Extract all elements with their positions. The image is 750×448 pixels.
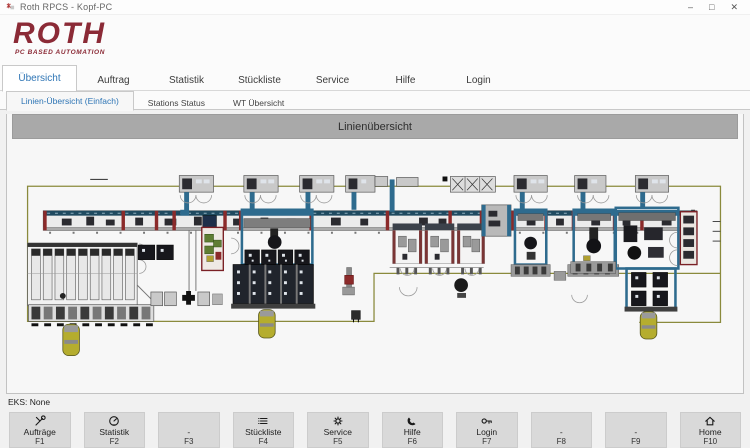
top-station [179,176,213,193]
line-module [457,223,484,274]
brand-header: ROTH PC BASED AUTOMATION [0,15,750,65]
brand-tagline: PC BASED AUTOMATION [15,49,750,56]
main-tab-bar: Übersicht Auftrag Statistik Stückliste S… [0,65,750,91]
top-stations [179,176,668,212]
braced-station [450,177,495,193]
list-icon [257,415,269,427]
eks-status: EKS: None [8,397,50,407]
gear-icon [332,415,344,427]
top-station [244,176,278,193]
window-title: Roth RPCS - Kopf-PC [20,2,688,12]
top-station [346,176,375,193]
maximize-button[interactable]: □ [709,2,714,12]
tab-statistik[interactable]: Statistik [150,70,223,91]
agv-center [259,310,276,338]
top-station [575,176,606,193]
app-icon [6,3,15,12]
line-overview-header: Linienübersicht [12,114,738,139]
subtab-wt-uebersicht[interactable]: WT Übersicht [219,95,298,110]
tab-service[interactable]: Service [296,70,369,91]
sub-tab-bar: Linien-Übersicht (Einfach) Stations Stat… [0,91,750,110]
junction-box [443,177,448,182]
minimize-button[interactable]: – [688,2,693,12]
main-conveyor [43,210,697,233]
app-window: { "window": { "title": "Roth RPCS - Kopf… [0,0,750,443]
small-cabinet [375,177,388,187]
tools-icon [34,415,46,427]
top-station [514,176,547,193]
robot-cell-2 [482,205,551,276]
top-station [300,176,334,193]
top-station [635,176,668,193]
tab-hilfe[interactable]: Hilfe [369,70,442,91]
tab-stueckliste[interactable]: Stückliste [223,70,296,91]
agv-left [63,324,80,355]
agv-right [640,312,657,339]
tab-auftrag[interactable]: Auftrag [77,70,150,91]
roth-logo: ROTH [13,19,750,49]
tab-page-content: Linienübersicht [6,114,744,394]
storage-racks [28,243,157,356]
subtab-stations-status[interactable]: Stations Status [134,95,219,110]
key-icon [481,415,493,427]
line-overview-diagram[interactable] [8,145,742,392]
status-bar: EKS: None [0,394,750,410]
robot-arm [454,278,468,292]
line-layout-svg [8,145,742,392]
tab-login[interactable]: Login [442,70,515,91]
home-icon [704,415,716,427]
line-module [393,223,422,274]
function-button-bar: Aufträge F1 - Statistik F2 - F3 Stücklis… [0,410,750,448]
close-button[interactable]: ✕ [730,2,738,12]
line-module [425,223,454,274]
subtab-linien-uebersicht[interactable]: Linien-Übersicht (Einfach) [6,91,134,111]
window-titlebar: Roth RPCS - Kopf-PC – □ ✕ [0,0,750,15]
tab-uebersicht[interactable]: Übersicht [2,65,77,92]
gauge-icon [108,415,120,427]
small-cabinet [397,177,419,186]
phone-icon [406,415,418,427]
